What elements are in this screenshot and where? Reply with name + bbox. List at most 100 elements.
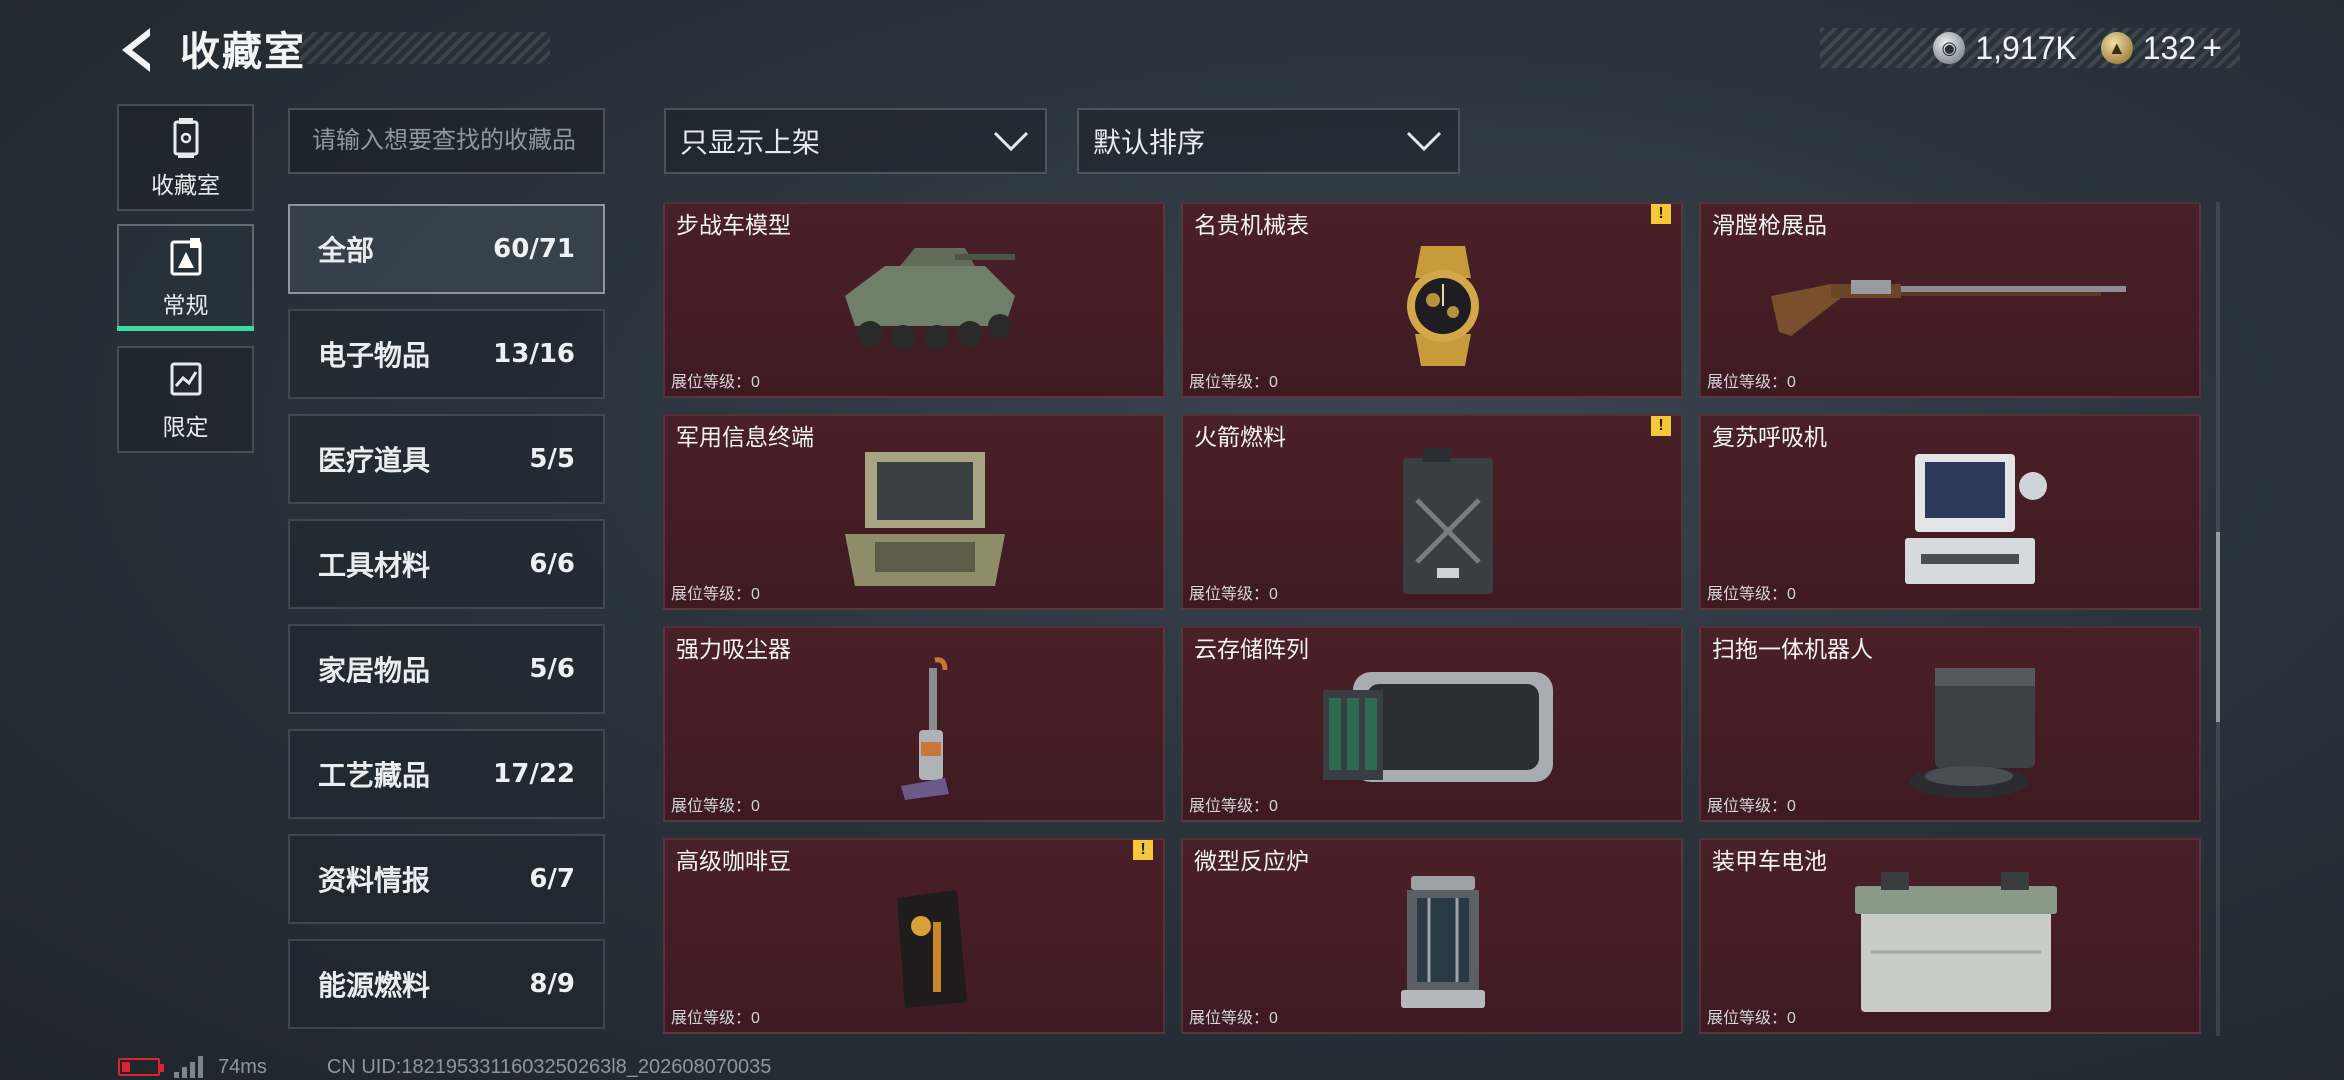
category-intel[interactable]: 资料情报 6/7 — [288, 834, 605, 924]
item-level: 展位等级：0 — [1189, 586, 1278, 603]
coffee-beans-icon — [897, 890, 967, 1008]
category-name: 工艺藏品 — [318, 760, 431, 791]
category-household[interactable]: 家居物品 5/6 — [288, 624, 605, 714]
category-name: 资料情报 — [318, 865, 431, 896]
ping-value: 74ms — [218, 1055, 267, 1078]
shelf-filter-dropdown[interactable]: 只显示上架 — [664, 108, 1047, 174]
page-title: 收藏室 — [180, 30, 306, 74]
item-card[interactable]: 步战车模型 展位等级：0 — [663, 202, 1165, 398]
category-count: 8/9 — [529, 969, 575, 999]
top-bar: 收藏室 ◉ 1,917K ▲ 132 + — [0, 0, 2344, 100]
currency-bar: ◉ 1,917K ▲ 132 + — [1820, 28, 2240, 68]
category-energy[interactable]: 能源燃料 8/9 — [288, 939, 605, 1029]
item-card[interactable]: 复苏呼吸机 展位等级：0 — [1699, 414, 2201, 610]
robot-mop-icon — [1909, 668, 2035, 798]
currency-gold[interactable]: ▲ 132 + — [2100, 29, 2222, 68]
item-name: 步战车模型 — [676, 212, 791, 238]
category-name: 医疗道具 — [318, 445, 431, 476]
item-card[interactable]: 高级咖啡豆 ! 展位等级：0 — [663, 838, 1165, 1034]
warning-badge: ! — [1133, 840, 1153, 860]
warning-badge: ! — [1651, 416, 1671, 436]
warning-badge: ! — [1651, 204, 1671, 224]
search-input[interactable] — [288, 108, 605, 174]
regular-icon — [170, 237, 201, 275]
item-level: 展位等级：0 — [1189, 1010, 1278, 1027]
category-name: 能源燃料 — [318, 970, 431, 1001]
nav-collection-room[interactable]: 收藏室 — [117, 104, 254, 211]
category-all[interactable]: 全部 60/71 — [288, 204, 605, 294]
back-button[interactable] — [112, 20, 162, 80]
category-count: 6/7 — [529, 864, 575, 894]
item-name: 军用信息终端 — [676, 424, 814, 450]
back-arrow-icon — [122, 28, 150, 72]
item-card[interactable]: 扫拖一体机器人 展位等级：0 — [1699, 626, 2201, 822]
signal-icon — [174, 1056, 206, 1078]
micro-reactor-icon — [1401, 876, 1485, 1008]
category-electronics[interactable]: 电子物品 13/16 — [288, 309, 605, 399]
nav-label: 限定 — [162, 413, 209, 440]
title-decoration — [300, 32, 550, 64]
category-count: 5/6 — [529, 654, 575, 684]
category-count: 6/6 — [529, 549, 575, 579]
nav-label: 常规 — [162, 291, 209, 318]
category-count: 17/22 — [493, 759, 575, 789]
mechanical-watch-icon — [1407, 246, 1479, 366]
item-level: 展位等级：0 — [671, 798, 760, 815]
item-name: 高级咖啡豆 — [676, 848, 791, 874]
category-crafts[interactable]: 工艺藏品 17/22 — [288, 729, 605, 819]
item-level: 展位等级：0 — [1189, 374, 1278, 391]
item-name: 装甲车电池 — [1712, 848, 1827, 874]
item-name: 火箭燃料 — [1194, 424, 1286, 450]
chevron-down-icon — [1406, 131, 1442, 152]
nav-label: 收藏室 — [151, 171, 220, 198]
add-currency-button[interactable]: + — [2202, 29, 2222, 68]
dropdown-value: 只显示上架 — [680, 127, 821, 158]
item-card[interactable]: 名贵机械表 ! 展位等级：0 — [1181, 202, 1683, 398]
battery-icon — [118, 1058, 164, 1076]
item-level: 展位等级：0 — [1189, 798, 1278, 815]
ifv-model-icon — [845, 248, 1015, 351]
item-level: 展位等级：0 — [671, 374, 760, 391]
item-card[interactable]: 军用信息终端 展位等级：0 — [663, 414, 1165, 610]
item-level: 展位等级：0 — [1707, 586, 1796, 603]
military-terminal-icon — [845, 452, 1005, 586]
item-card[interactable]: 装甲车电池 展位等级：0 — [1699, 838, 2201, 1034]
item-level: 展位等级：0 — [1707, 1010, 1796, 1027]
item-card[interactable]: 云存储阵列 展位等级：0 — [1181, 626, 1683, 822]
category-name: 工具材料 — [318, 550, 431, 581]
sort-dropdown[interactable]: 默认排序 — [1077, 108, 1460, 174]
musket-icon — [1771, 280, 2126, 336]
chevron-down-icon — [993, 131, 1029, 152]
limited-icon — [170, 362, 201, 395]
currency-gold-value: 132 — [2142, 29, 2197, 66]
collection-room-icon — [173, 117, 198, 158]
item-name: 云存储阵列 — [1194, 636, 1309, 662]
nav-regular[interactable]: 常规 — [117, 224, 254, 331]
storage-array-icon — [1323, 672, 1553, 782]
item-name: 微型反应炉 — [1194, 848, 1309, 874]
category-tools[interactable]: 工具材料 6/6 — [288, 519, 605, 609]
currency-silver-value: 1,917K — [1975, 29, 2077, 66]
dropdown-value: 默认排序 — [1093, 127, 1206, 158]
item-name: 扫拖一体机器人 — [1712, 636, 1873, 662]
item-card[interactable]: 滑膛枪展品 展位等级：0 — [1699, 202, 2201, 398]
item-card[interactable]: 火箭燃料 ! 展位等级：0 — [1181, 414, 1683, 610]
nav-limited[interactable]: 限定 — [117, 346, 254, 453]
gold-coin-icon: ▲ — [2100, 32, 2133, 64]
item-level: 展位等级：0 — [1707, 374, 1796, 391]
vacuum-cleaner-icon — [901, 657, 949, 800]
grid-scrollbar-thumb[interactable] — [2216, 532, 2220, 722]
item-name: 名贵机械表 — [1194, 212, 1309, 238]
item-level: 展位等级：0 — [671, 586, 760, 603]
collection-grid: 步战车模型 展位等级：0 名贵机械表 ! 展位等级：0 滑膛枪展品 展位等级：0… — [663, 202, 2203, 1036]
user-uid: CN UID:1821953311603250263l8_20260807003… — [326, 1055, 772, 1078]
category-count: 60/71 — [493, 234, 575, 264]
currency-silver: ◉ 1,917K — [1933, 29, 2077, 67]
category-count: 13/16 — [493, 339, 575, 369]
category-medical[interactable]: 医疗道具 5/5 — [288, 414, 605, 504]
category-count: 5/5 — [529, 444, 575, 474]
item-card[interactable]: 强力吸尘器 展位等级：0 — [663, 626, 1165, 822]
item-name: 强力吸尘器 — [676, 636, 791, 662]
category-name: 家居物品 — [318, 655, 431, 686]
item-card[interactable]: 微型反应炉 展位等级：0 — [1181, 838, 1683, 1034]
